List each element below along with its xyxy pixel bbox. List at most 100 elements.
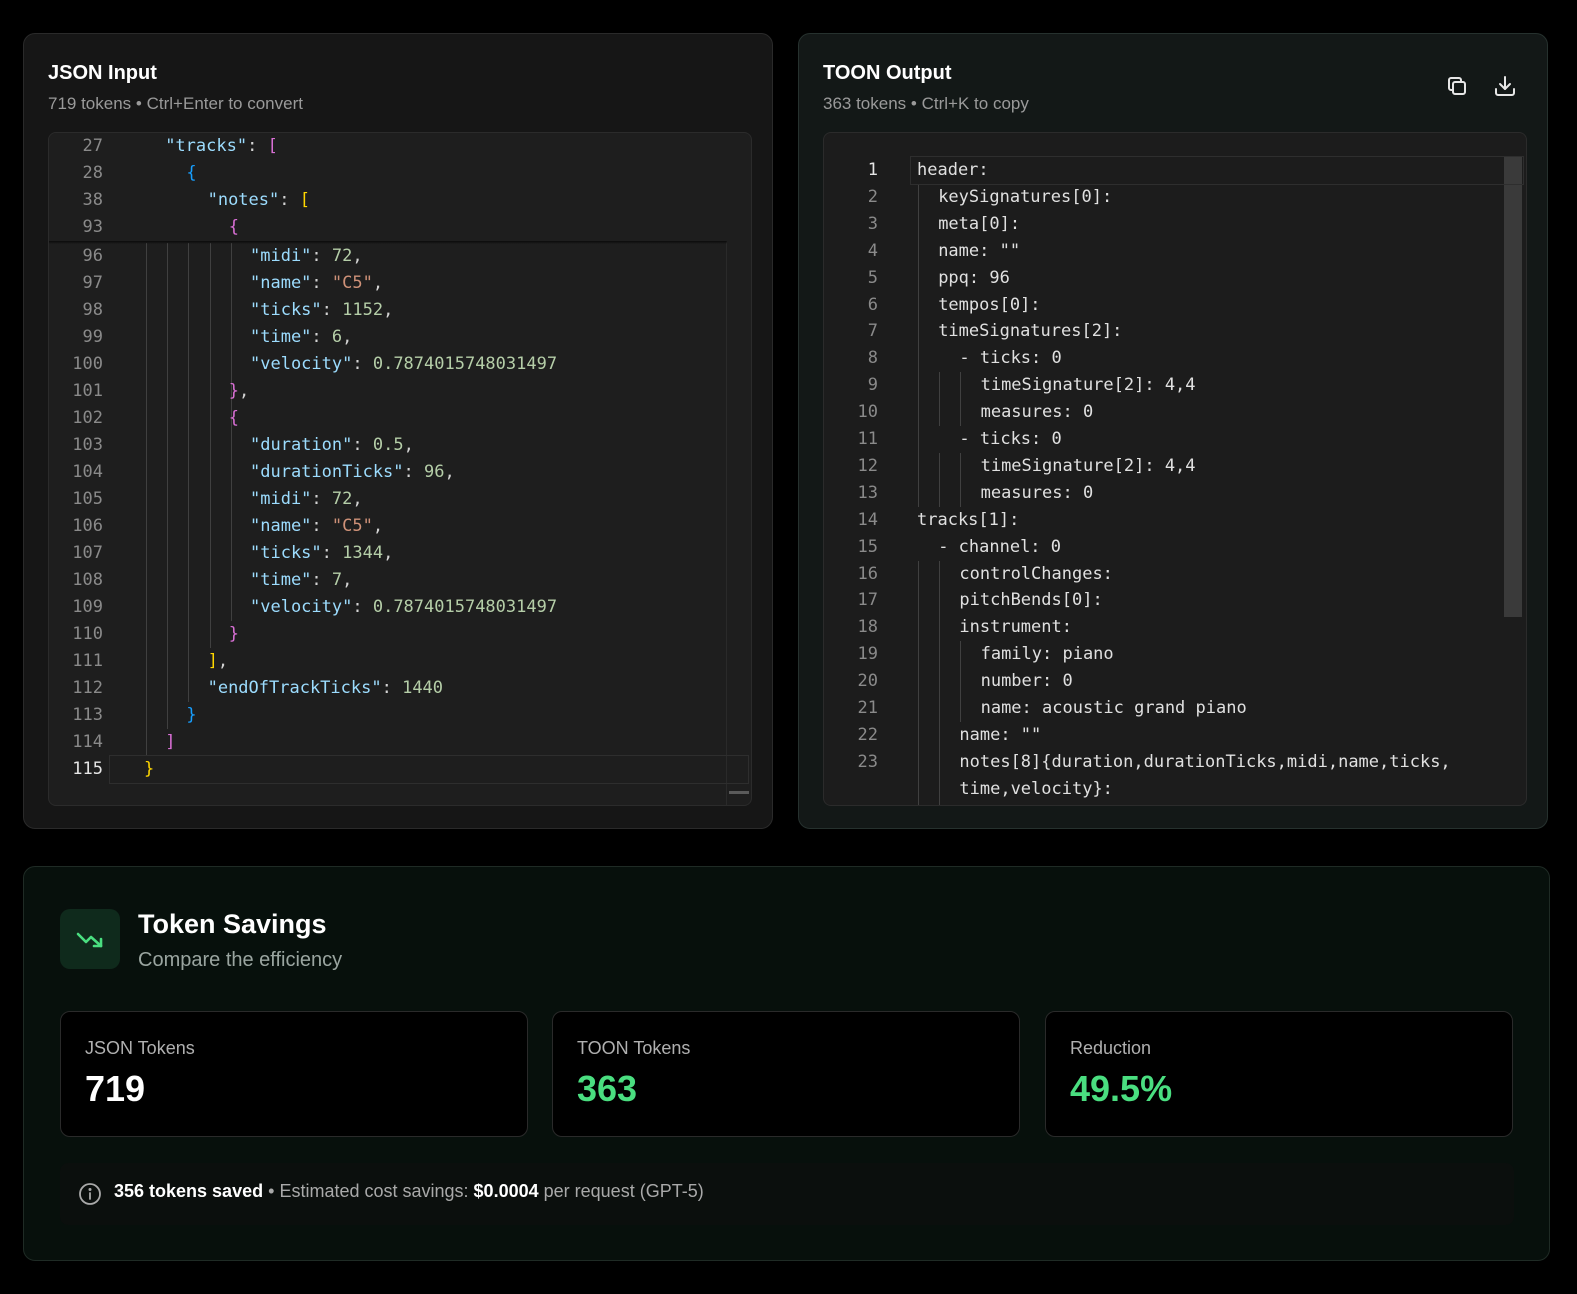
code-line: 23 notes[8]{duration,durationTicks,midi,n… [824, 749, 1526, 776]
horizontal-scrollbar-thumb[interactable] [729, 791, 749, 794]
code-line: 5 ppq: 96 [824, 265, 1526, 292]
line-number: 105 [72, 489, 103, 509]
code-line: 15 - channel: 0 [824, 534, 1526, 561]
line-number: 23 [857, 751, 878, 772]
code-text: { [186, 160, 196, 187]
code-line: 28 { [49, 160, 751, 187]
code-token: 6 [331, 327, 343, 347]
code-token: 7 [331, 570, 343, 590]
toon-code-editor[interactable]: 1 header: 2 keySignatures[0]: 3 meta[0]: 4 name… [823, 132, 1527, 806]
code-token: "name" [250, 516, 312, 536]
separator: • [135, 94, 142, 113]
code-token: "time" [250, 327, 312, 347]
code-token: : [311, 516, 332, 536]
cost-label: Estimated cost savings: [279, 1181, 469, 1201]
code-token: : [311, 327, 332, 347]
code-text: notes[8]{duration,durationTicks,midi,nam… [959, 751, 1451, 772]
code-token: : [311, 570, 332, 590]
line-number: 112 [72, 678, 103, 698]
code-token: , [352, 489, 363, 509]
code-line: 99 "time": 6, [49, 324, 751, 351]
code-text: } [144, 756, 154, 783]
code-line: 27 "tracks": [ [49, 133, 751, 160]
toon-token-count: 363 tokens [823, 94, 907, 113]
line-number: 96 [82, 246, 103, 266]
code-line: 20 number: 0 [824, 668, 1526, 695]
code-line: 10 measures: 0 [824, 399, 1526, 426]
line-number: 21 [857, 698, 878, 718]
code-text: meta[0]: [938, 213, 1021, 234]
cost-value: $0.0004 [473, 1181, 539, 1201]
code-line: 105 "midi": 72, [49, 486, 751, 513]
code-text: "velocity": 0.7874015748031497 [250, 594, 557, 621]
code-line: 98 "ticks": 1152, [49, 297, 751, 324]
code-line: 111], [49, 648, 751, 675]
reduction-card: Reduction 49.5% [1045, 1011, 1513, 1137]
code-text: timeSignatures[2]: [938, 321, 1123, 342]
code-token: { [228, 217, 240, 237]
json-code-editor[interactable]: 96 "midi": 72, 97 "name": "C5", 98 "ticks": 1… [48, 132, 752, 806]
code-text: tracks[1]: [917, 509, 1020, 530]
toon-output-panel: TOON Output 363 tokens • Ctrl+K to copy … [798, 33, 1548, 829]
code-text: - ticks: 0 [959, 429, 1062, 449]
code-line: 22 name: "" [824, 722, 1526, 749]
code-token: : [311, 246, 332, 266]
code-token: : [352, 435, 373, 455]
code-text: } [186, 702, 196, 729]
code-text: keySignatures[0]: [938, 186, 1113, 207]
code-token: : [381, 678, 403, 698]
copy-button[interactable] [1445, 74, 1469, 98]
code-token: "midi" [250, 246, 312, 266]
code-token: 1152 [342, 300, 384, 320]
code-text: - ticks: 0 [959, 348, 1062, 369]
line-number: 114 [72, 732, 103, 752]
code-token: , [342, 570, 353, 590]
code-token: "duration" [250, 435, 353, 455]
code-text: "durationTicks": 96, [250, 459, 455, 486]
code-line: 112 "endOfTrackTicks": 1440 [49, 675, 751, 702]
code-text: "ticks": 1152, [250, 297, 393, 324]
code-line: 108 "time": 7, [49, 567, 751, 594]
code-text: - channel: 0 [938, 536, 1062, 557]
code-line: 3 meta[0]: [824, 211, 1526, 238]
savings-title: Token Savings [138, 909, 327, 939]
line-number: 113 [72, 705, 103, 725]
code-token: : [311, 489, 332, 509]
code-line: 21 name: acoustic grand piano [824, 695, 1526, 722]
separator: • [268, 1181, 275, 1201]
line-number: 13 [857, 482, 878, 503]
code-line: 97 "name": "C5", [49, 270, 751, 297]
card-value: 363 [577, 1068, 638, 1109]
code-token: : [321, 300, 343, 320]
line-number: 11 [857, 429, 878, 449]
code-token: "tracks" [165, 136, 248, 156]
code-token: "time" [250, 570, 312, 590]
code-token: 96 [424, 462, 445, 482]
code-text: family: piano [980, 644, 1114, 665]
code-text: timeSignature[2]: 4,4 [980, 375, 1196, 396]
code-text: "notes": [ [208, 187, 310, 214]
card-label: TOON Tokens [577, 1038, 691, 1058]
code-token: "notes" [207, 190, 280, 210]
code-line: 96 "midi": 72, [49, 243, 751, 270]
code-text: name: "" [938, 240, 1021, 261]
code-token: , [372, 273, 384, 293]
code-text: header: [917, 160, 989, 180]
card-value: 719 [85, 1068, 146, 1109]
sticky-shadow [49, 241, 727, 244]
code-line: 1 header: [824, 157, 1526, 184]
json-tokens-card: JSON Tokens 719 [60, 1011, 528, 1137]
line-number: 93 [82, 217, 103, 237]
code-token: } [228, 624, 240, 644]
line-number: 3 [867, 213, 878, 234]
code-token: 0.7874015748031497 [372, 597, 558, 617]
code-line: 115} [49, 756, 751, 783]
line-number: 14 [857, 509, 878, 530]
code-text: name: "" [959, 724, 1042, 745]
line-number: 10 [857, 402, 878, 423]
code-token: "durationTicks" [250, 462, 404, 482]
code-token: { [228, 408, 240, 428]
download-button[interactable] [1493, 74, 1517, 98]
line-number: 9 [867, 375, 878, 396]
code-line: 16 controlChanges: [824, 561, 1526, 588]
